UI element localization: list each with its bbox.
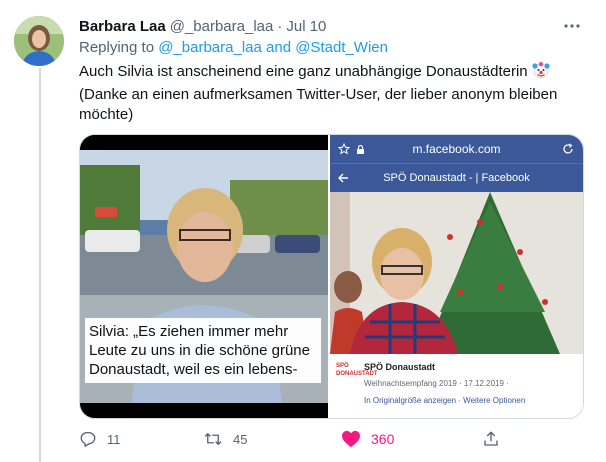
tweet-date[interactable]: Jul 10 <box>286 18 326 35</box>
reply-count: 11 <box>107 431 121 447</box>
facebook-post-info: SPÖ DONAUSTADT SPÖ Donaustadt Weihnachtse… <box>330 354 583 418</box>
tweet-header: Barbara Laa @_barbara_laa · Jul 10 <box>79 16 326 36</box>
facebook-page-header: SPÖ Donaustadt - | Facebook <box>330 163 583 192</box>
video-still-interview[interactable]: Silvia: „Es ziehen immer mehr Leute zu u… <box>80 135 328 418</box>
more-options-button[interactable] <box>560 14 584 38</box>
share-icon <box>484 431 498 446</box>
tweet-text: Auch Silvia ist anscheinend eine ganz un… <box>79 61 579 125</box>
tweet-text-line1: Auch Silvia ist anscheinend eine ganz un… <box>79 63 528 80</box>
caption-line: Donaustadt, weil es ein lebens- <box>89 361 298 378</box>
tweet-text-line3: möchte) <box>79 106 134 123</box>
clown-face-icon <box>532 61 550 85</box>
facebook-post-meta: Weihnachtsempfang 2019 · 17.12.2019 · <box>364 379 509 388</box>
retweet-count: 45 <box>233 431 248 447</box>
share-button[interactable] <box>482 428 500 450</box>
caption-line: Silvia: „Es ziehen immer mehr <box>89 323 289 340</box>
facebook-page-title: SPÖ Donaustadt - | Facebook <box>383 172 530 184</box>
avatar[interactable] <box>14 16 64 66</box>
reply-button[interactable]: 11 <box>79 428 121 450</box>
like-button[interactable]: 360 <box>341 428 394 450</box>
caption-line: Leute zu uns in die schöne grüne <box>89 342 310 359</box>
avatar-photo <box>14 16 64 66</box>
tweet-text-line2: (Danke an einen aufmerksamen Twitter-Use… <box>79 86 558 103</box>
heart-icon <box>342 430 360 448</box>
retweet-icon <box>204 433 222 445</box>
interview-caption: Silvia: „Es ziehen immer mehr Leute zu u… <box>85 318 321 383</box>
reload-icon <box>563 143 573 154</box>
thread-line <box>39 68 41 462</box>
christmas-photo <box>330 192 583 354</box>
facebook-screenshot[interactable]: m.facebook.com SPÖ Donaustadt - | Facebo… <box>330 135 583 418</box>
like-count: 360 <box>371 431 395 447</box>
facebook-post-links: In Originalgröße anzeigen · Weitere Opti… <box>364 396 526 405</box>
replying-prefix: Replying to <box>79 39 155 56</box>
spo-logo: SPÖ DONAUSTADT <box>336 363 378 377</box>
reply-icon <box>80 431 96 447</box>
replying-to-link[interactable]: @_barbara_laa and @Stadt_Wien <box>158 39 388 56</box>
browser-url: m.facebook.com <box>412 142 501 156</box>
replying-to: Replying to @_barbara_laa and @Stadt_Wie… <box>79 39 388 56</box>
retweet-button[interactable]: 45 <box>203 428 247 450</box>
tweet-actions: 11 45 360 <box>79 428 582 450</box>
facebook-page-name: SPÖ Donaustadt <box>364 362 436 372</box>
media-grid: Silvia: „Es ziehen immer mehr Leute zu u… <box>79 134 584 419</box>
author-name[interactable]: Barbara Laa <box>79 18 166 35</box>
author-handle[interactable]: @_barbara_laa <box>170 18 274 35</box>
more-icon <box>564 24 580 28</box>
browser-url-bar: m.facebook.com <box>330 135 583 163</box>
separator-dot: · <box>277 17 283 35</box>
